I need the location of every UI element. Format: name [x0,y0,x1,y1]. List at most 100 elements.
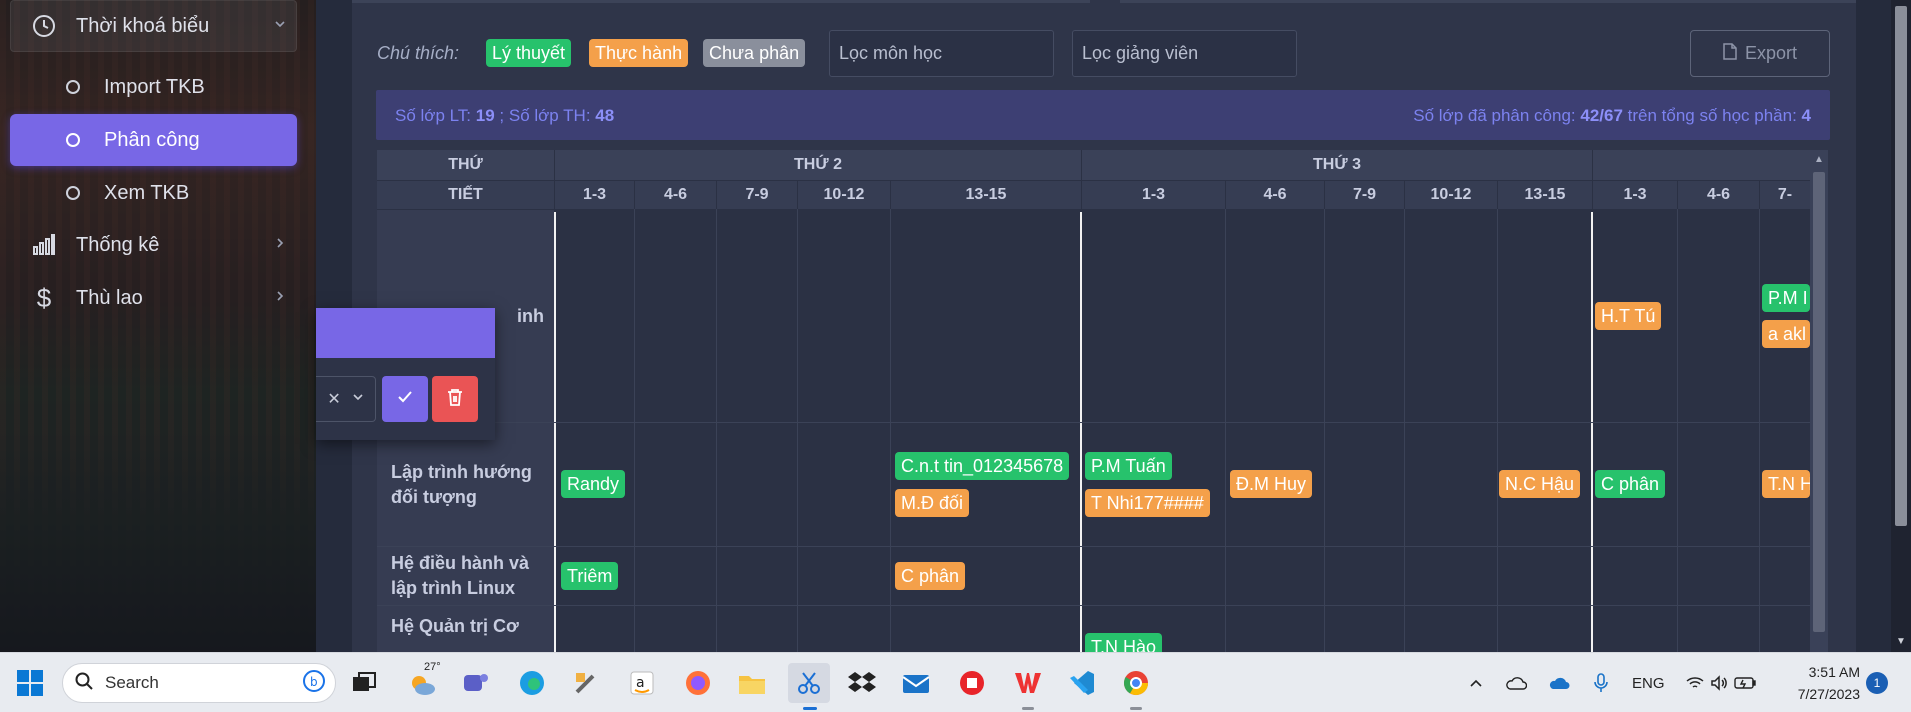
sidebar-item-import-tkb[interactable]: Import TKB [10,62,297,112]
check-icon [397,390,413,409]
export-label: Export [1744,43,1798,63]
sidebar-item-label: Thời khoá biểu [76,14,210,37]
period-label: 13-15 [1524,186,1566,203]
bar-chart-icon [26,227,62,263]
scroll-down-icon[interactable]: ▼ [1896,636,1906,647]
class-chip[interactable]: C phân [1595,470,1666,498]
course-row-label: Hệ điều hành và lập trình Linux [377,547,554,605]
svg-text:a: a [636,675,645,691]
practice-count: 48 [595,106,615,125]
language-indicator[interactable]: ENG [1632,653,1665,712]
class-chip[interactable]: N.C Hậu [1499,470,1581,498]
filter-course-input[interactable]: Lọc môn học [829,30,1054,77]
task-view-icon[interactable] [346,665,382,701]
period-label: 1-3 [582,186,607,203]
battery-icon[interactable] [1732,665,1758,701]
clear-icon[interactable]: ✕ [327,389,340,409]
teacher-select[interactable]: ✕ [316,376,376,422]
scrollbar-thumb[interactable] [1895,6,1907,526]
course-name: inh [517,305,544,326]
onedrive-icon[interactable] [1503,665,1529,701]
vscode-icon[interactable] [1064,665,1100,701]
volume-icon[interactable] [1708,665,1730,701]
day-label: THỨ 2 [794,156,842,173]
page-scrollbar[interactable]: ▼ [1891,0,1911,652]
cloud-sync-icon[interactable] [1546,665,1572,701]
class-chip[interactable]: C phân [895,562,966,590]
day-label: THỨ 3 [1313,156,1361,173]
period-header: 10-12 [798,181,890,209]
sidebar-item-phan-cong[interactable]: Phân công [10,114,297,166]
period-label: 7- [1777,186,1793,203]
firefox-icon[interactable] [680,665,716,701]
bing-icon[interactable]: b [303,669,325,697]
stats-text: Số lớp đã phân công: [1413,106,1581,125]
class-chip[interactable]: H.T Tú [1595,302,1662,330]
chevron-down-icon [273,17,287,36]
export-button[interactable]: Export [1690,30,1830,77]
notification-badge[interactable]: 1 [1866,672,1888,694]
assigned-count: 42/67 [1580,106,1623,125]
running-indicator [1130,707,1142,710]
chrome-icon[interactable] [1118,665,1154,701]
sidebar-item-thu-lao[interactable]: $ Thù lao [10,273,297,323]
active-indicator [803,707,817,710]
table-scrollbar[interactable]: ▲ [1810,150,1828,652]
system-clock[interactable]: 3:51 AM 7/27/2023 [1780,661,1860,705]
circle-icon [66,186,80,200]
weather-icon[interactable]: 27° [404,661,441,701]
header-day-monday: THỨ 2 [555,150,1081,180]
grid-line [890,209,891,652]
class-chip[interactable]: C.n.t tin_012345678 [895,452,1070,480]
sidebar-item-timetable[interactable]: Thời khoá biểu [10,1,297,51]
chevron-down-icon[interactable] [352,390,364,408]
class-chip[interactable]: T.N H [1762,470,1810,498]
class-count-summary: Số lớp LT: 19 ; Số lớp TH: 48 [395,106,614,126]
sidebar-item-xem-tkb[interactable]: Xem TKB [10,168,297,218]
taskbar-search[interactable]: Search b [62,663,336,703]
amazon-icon[interactable]: a [624,665,660,701]
garena-icon[interactable] [954,665,990,701]
class-chip[interactable]: Randy [561,470,626,498]
class-chip[interactable]: P.M Tuấn [1085,452,1172,480]
stats-text: ; Số lớp TH: [494,106,596,125]
grid-line [1759,209,1760,652]
sidebar-item-label: Thù lao [76,286,143,309]
delete-button[interactable] [432,376,478,422]
windows-start-icon[interactable] [12,665,48,701]
filter-teacher-placeholder: Lọc giảng viên [1082,43,1199,63]
taskbar: Search b 27° a ENG 3:51 AM 7/27/2023 1 [0,652,1911,712]
wps-office-icon[interactable] [1009,665,1045,701]
filter-teacher-input[interactable]: Lọc giảng viên [1072,30,1297,77]
class-chip[interactable]: Đ.M Huy [1230,470,1313,498]
period-label: 4-6 [1263,186,1287,203]
tools-icon[interactable] [568,665,604,701]
snipping-tool-icon[interactable] [788,663,830,703]
scrollbar-thumb[interactable] [1813,172,1825,632]
grid-line [1677,209,1678,652]
sidebar-item-thong-ke[interactable]: Thống kê [10,220,297,270]
mail-icon[interactable] [898,665,934,701]
clock-date: 7/27/2023 [1797,686,1860,702]
row-divider [377,605,1810,606]
edge-icon[interactable] [514,665,550,701]
row-divider [377,546,1810,547]
search-icon [75,672,93,695]
class-chip[interactable]: Triêm [561,562,619,590]
class-chip[interactable]: T.N Hào [1085,633,1163,652]
scroll-up-icon[interactable]: ▲ [1814,154,1824,165]
language-label: ENG [1632,674,1665,692]
microphone-icon[interactable] [1589,665,1613,701]
wifi-icon[interactable] [1684,665,1706,701]
class-chip[interactable]: P.M I [1762,284,1810,312]
legend-theory-badge: Lý thuyết [486,39,572,67]
file-explorer-icon[interactable] [734,665,770,701]
confirm-button[interactable] [382,376,428,422]
class-chip[interactable]: T Nhi177#### [1085,489,1210,517]
chevron-up-icon[interactable] [1464,665,1488,701]
teams-icon[interactable] [458,665,494,701]
class-chip[interactable]: a akl [1762,320,1810,348]
grid-line [1225,209,1226,652]
dropbox-icon[interactable] [844,665,880,701]
class-chip[interactable]: M.Đ đối [895,489,970,517]
